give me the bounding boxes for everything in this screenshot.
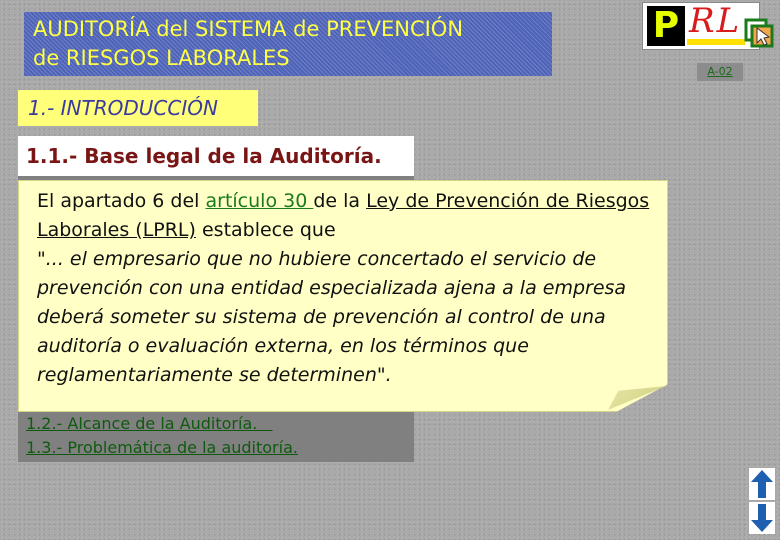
link-problematica-auditoria[interactable]: 1.3.- Problemática de la auditoría. [26, 438, 298, 457]
page-code-link[interactable]: A-02 [697, 63, 743, 81]
exit-icon [744, 18, 774, 48]
arrow-down-icon [751, 504, 773, 532]
callout-middle: de la [313, 190, 367, 212]
previous-page-button[interactable] [749, 468, 775, 500]
title-line-2: de RIESGOS LABORALES [33, 46, 290, 70]
arrow-up-icon [751, 470, 773, 498]
next-page-button[interactable] [749, 502, 775, 534]
title-line-1: AUDITORÍA del SISTEMA de PREVENCIÓN [33, 17, 464, 41]
callout-prefix: El apartado 6 del [37, 190, 206, 212]
page-navigation [749, 468, 775, 534]
logo-underline [687, 39, 745, 45]
link-alcance-auditoria[interactable]: 1.2.- Alcance de la Auditoría. [26, 414, 273, 433]
callout-quote: "... el empresario que no hubiere concer… [37, 248, 627, 386]
section-title: 1.- INTRODUCCIÓN [18, 90, 258, 126]
logo-p: P [647, 6, 685, 46]
subsection-title: 1.1.- Base legal de la Auditoría. [18, 136, 414, 176]
page-title: AUDITORÍA del SISTEMA de PREVENCIÓN de R… [24, 12, 552, 76]
callout-text: El apartado 6 del artículo 30 de la Ley … [37, 187, 653, 245]
legal-callout: El apartado 6 del artículo 30 de la Ley … [18, 180, 668, 412]
exit-button[interactable] [744, 18, 774, 48]
logo-rl: RL [689, 1, 742, 41]
callout-suffix: establece que [195, 219, 336, 241]
article-30-link[interactable]: artículo 30 [206, 190, 314, 212]
prl-logo: P RL [642, 1, 760, 50]
